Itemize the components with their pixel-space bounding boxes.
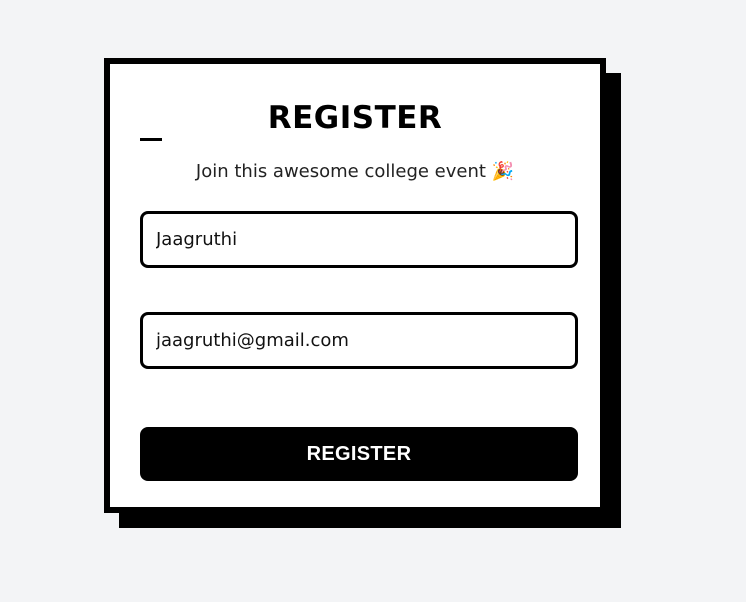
register-button[interactable]: REGISTER [140,427,578,481]
email-input[interactable] [140,312,578,369]
form-subtitle: Join this awesome college event 🎉 [195,161,515,182]
name-input[interactable] [140,211,578,268]
decorative-dash [140,138,162,141]
form-title: REGISTER [267,100,443,136]
register-card: REGISTER Join this awesome college event… [104,58,606,513]
